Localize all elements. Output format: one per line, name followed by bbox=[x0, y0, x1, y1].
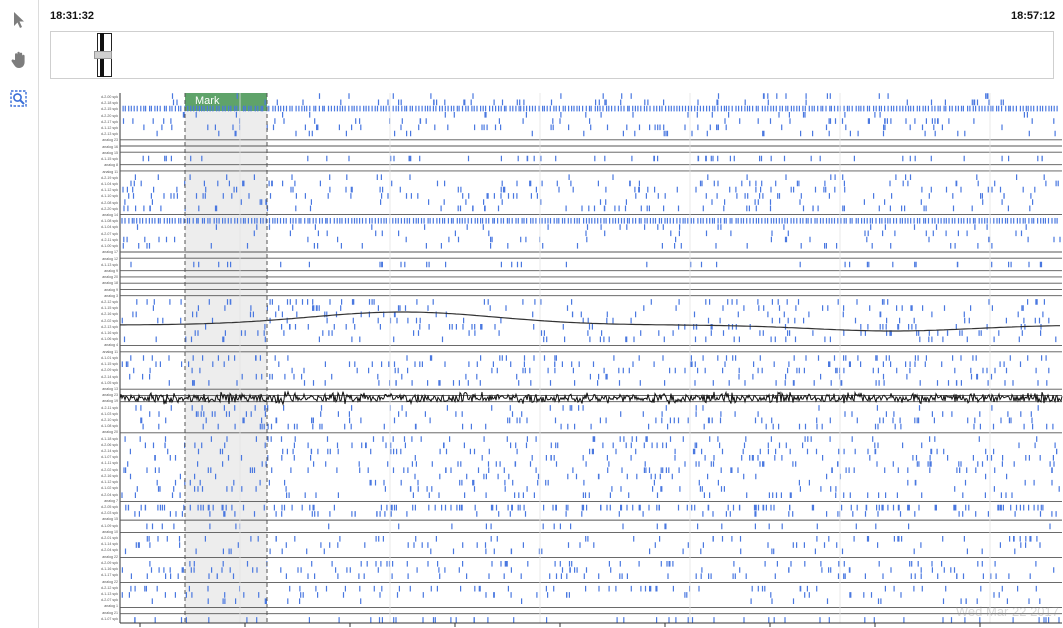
spike-train bbox=[146, 523, 1051, 530]
spike-train bbox=[171, 93, 989, 99]
spike-train bbox=[122, 105, 1058, 112]
spike-train bbox=[134, 617, 1060, 623]
spike-train bbox=[142, 423, 1054, 430]
spike-train bbox=[182, 112, 1028, 118]
spike-train bbox=[154, 455, 1054, 461]
spike-train bbox=[156, 130, 1056, 137]
spike-train bbox=[149, 561, 1037, 567]
spike-train bbox=[135, 542, 1041, 548]
spike-raster-plot[interactable] bbox=[0, 0, 1063, 628]
spike-train bbox=[129, 448, 1058, 455]
spike-train bbox=[144, 442, 1056, 449]
spike-train bbox=[142, 155, 1043, 162]
spike-train bbox=[152, 305, 1024, 311]
mark-region bbox=[185, 93, 267, 623]
spike-train bbox=[151, 598, 1041, 604]
spike-train bbox=[253, 230, 1023, 237]
spike-train bbox=[130, 355, 1047, 361]
spike-train bbox=[132, 311, 1044, 318]
spike-train bbox=[146, 536, 1038, 542]
spike-train bbox=[168, 380, 1048, 386]
spike-train bbox=[134, 174, 1045, 180]
date-watermark: Wed Mar 22 2017 bbox=[955, 604, 1059, 619]
spike-train bbox=[140, 417, 1033, 424]
spike-train bbox=[205, 324, 1042, 330]
spike-train bbox=[136, 486, 1060, 492]
spike-train bbox=[133, 367, 1050, 374]
spike-train bbox=[136, 299, 1045, 305]
spike-train bbox=[134, 511, 1057, 517]
spike-train bbox=[130, 180, 1059, 187]
spike-train bbox=[172, 99, 1004, 106]
spike-train bbox=[149, 411, 1032, 417]
spike-train bbox=[136, 224, 1027, 230]
spike-train bbox=[143, 124, 1003, 131]
spike-train bbox=[130, 261, 1043, 268]
spike-train bbox=[135, 405, 1039, 411]
spike-train bbox=[156, 479, 1053, 486]
